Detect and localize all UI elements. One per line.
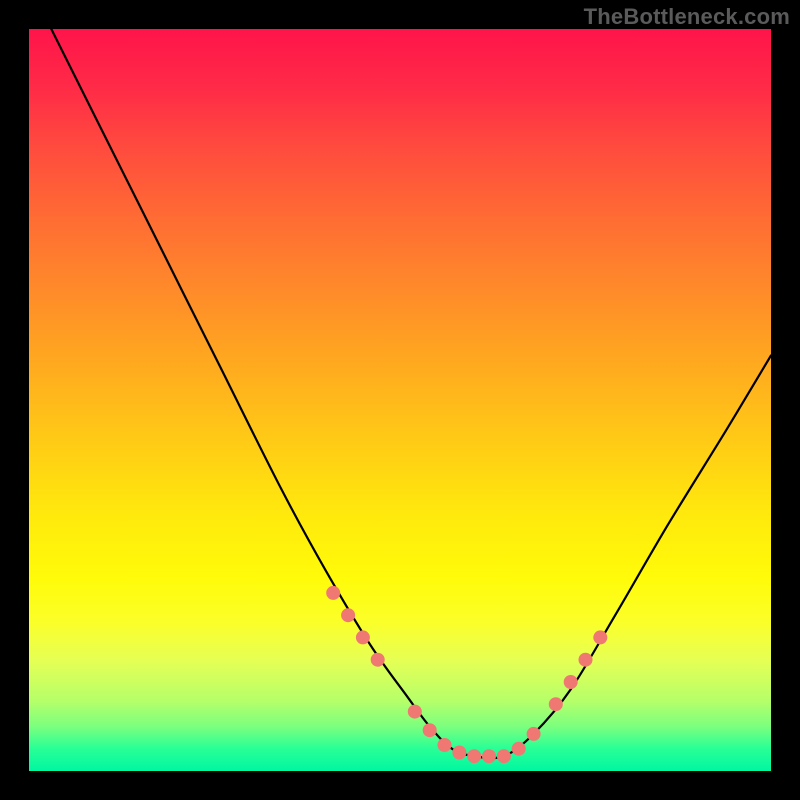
highlight-dots-group [326,586,607,763]
highlight-dot [423,723,437,737]
highlight-dot [579,653,593,667]
highlight-dot [467,749,481,763]
highlight-dot [549,697,563,711]
highlight-dot [452,746,466,760]
watermark-text: TheBottleneck.com [584,4,790,30]
highlight-dot [438,738,452,752]
chart-plot-area [29,29,771,771]
highlight-dot [326,586,340,600]
highlight-dot [497,749,511,763]
highlight-dot [371,653,385,667]
highlight-dot [512,742,526,756]
highlight-dot [593,630,607,644]
bottleneck-curve-svg [29,29,771,771]
highlight-dot [341,608,355,622]
highlight-dot [482,749,496,763]
highlight-dot [356,630,370,644]
bottleneck-curve-path [51,29,771,758]
highlight-dot [527,727,541,741]
highlight-dot [564,675,578,689]
highlight-dot [408,705,422,719]
